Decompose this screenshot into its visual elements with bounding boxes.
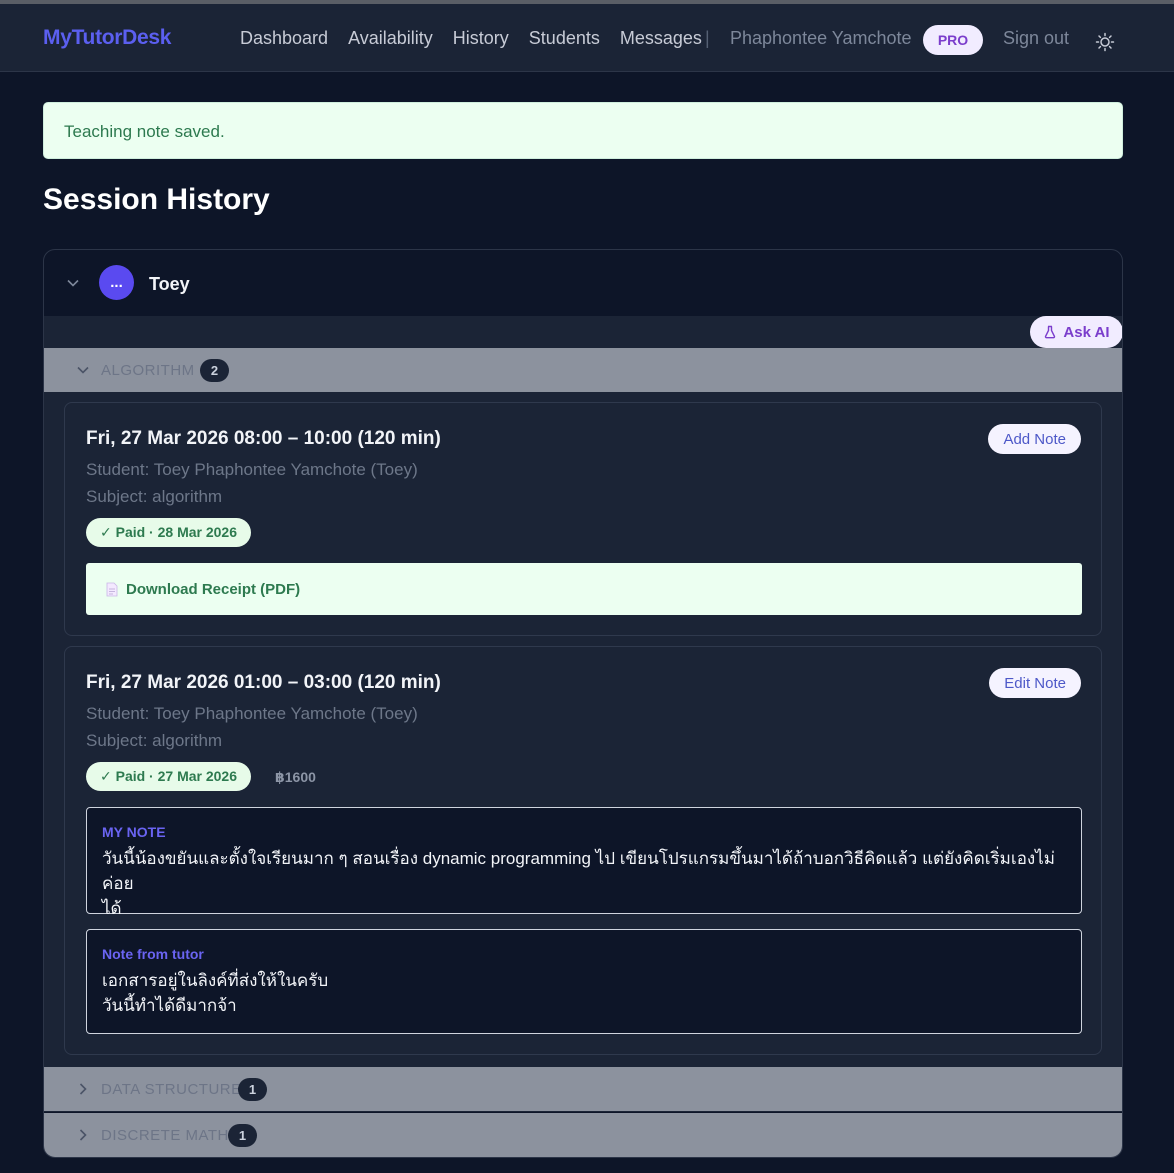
flask-icon <box>1045 325 1056 339</box>
nav-links: Dashboard Availability History Students … <box>240 28 702 49</box>
student-name: Toey <box>149 274 190 294</box>
sun-icon[interactable] <box>1095 32 1115 52</box>
ask-ai-button[interactable]: Ask AI <box>1030 316 1122 348</box>
success-alert: Teaching note saved. <box>43 102 1123 159</box>
group-count-badge: 1 <box>228 1124 257 1147</box>
session-price: ฿1600 <box>275 769 316 785</box>
group-count-badge: 2 <box>200 359 229 382</box>
session-date: Fri, 27 Mar 2026 08:00 – 10:00 (120 min) <box>86 428 441 449</box>
signout-link[interactable]: Sign out <box>1003 28 1069 49</box>
download-receipt-button[interactable]: Download Receipt (PDF) <box>86 563 1082 615</box>
nav-link-history[interactable]: History <box>453 28 509 49</box>
chevron-right-icon <box>79 1083 87 1095</box>
alert-message: Teaching note saved. <box>64 122 225 141</box>
session-card: Fri, 27 Mar 2026 08:00 – 10:00 (120 min)… <box>64 402 1102 636</box>
nav-link-messages[interactable]: Messages <box>620 28 702 49</box>
tutor-note-box: Note from tutor เอกสารอยู่ในลิงค์ที่ส่งใ… <box>86 929 1082 1034</box>
document-icon <box>106 582 118 596</box>
group-header-data-structure[interactable]: DATA STRUCTURE 1 <box>44 1067 1122 1112</box>
ask-ai-label: Ask AI <box>1063 323 1110 341</box>
chevron-down-icon <box>77 366 89 374</box>
nav-link-dashboard[interactable]: Dashboard <box>240 28 328 49</box>
page-title: Session History <box>43 183 270 216</box>
brand-logo[interactable]: MyTutorDesk <box>43 26 171 50</box>
nav-link-availability[interactable]: Availability <box>348 28 433 49</box>
my-note-box: MY NOTE วันนี้น้องขยันและตั้งใจเรียนมาก … <box>86 807 1082 918</box>
pro-badge: PRO <box>923 25 983 55</box>
group-label: ALGORITHM <box>101 362 195 379</box>
session-student: Student: Toey Phaphontee Yamchote (Toey) <box>86 460 418 479</box>
nav-link-students[interactable]: Students <box>529 28 600 49</box>
session-card: Fri, 27 Mar 2026 01:00 – 03:00 (120 min)… <box>64 646 1102 1055</box>
edit-note-button[interactable]: Edit Note <box>989 668 1081 698</box>
group-header-algorithm[interactable]: ALGORITHM 2 <box>44 348 1122 393</box>
ai-toolbar <box>44 316 1122 348</box>
session-subject: Subject: algorithm <box>86 487 223 506</box>
tutor-note-text: เอกสารอยู่ในลิงค์ที่ส่งให้ในครับ วันนี้ท… <box>102 971 329 1015</box>
group-label: DISCRETE MATH <box>101 1127 229 1144</box>
chevron-right-icon <box>79 1129 87 1141</box>
group-header-discrete-math[interactable]: DISCRETE MATH 1 <box>44 1113 1122 1157</box>
my-note-title: MY NOTE <box>102 824 166 840</box>
student-header[interactable]: ... Toey <box>44 250 1122 316</box>
session-subject: Subject: algorithm <box>86 731 223 750</box>
chevron-down-icon <box>67 279 79 287</box>
session-student: Student: Toey Phaphontee Yamchote (Toey) <box>86 704 418 723</box>
group-count-badge: 1 <box>238 1078 267 1101</box>
paid-badge: ✓ Paid · 27 Mar 2026 <box>86 762 251 791</box>
add-note-button[interactable]: Add Note <box>988 424 1081 454</box>
session-date: Fri, 27 Mar 2026 01:00 – 03:00 (120 min) <box>86 672 441 693</box>
group-body-algorithm: Fri, 27 Mar 2026 08:00 – 10:00 (120 min)… <box>44 392 1122 1067</box>
paid-badge: ✓ Paid · 28 Mar 2026 <box>86 518 251 547</box>
my-note-text: วันนี้น้องขยันและตั้งใจเรียนมาก ๆ สอนเรื… <box>102 849 1055 918</box>
nav-separator: | <box>705 28 710 48</box>
student-panel: ... Toey Ask AI ALGORITHM 2 Fri, 27 Mar … <box>43 249 1123 1158</box>
group-label: DATA STRUCTURE <box>101 1081 242 1098</box>
avatar: ... <box>99 265 134 300</box>
tutor-note-title: Note from tutor <box>102 946 204 962</box>
nav-user-name: Phaphontee Yamchote <box>730 28 912 48</box>
receipt-label: Download Receipt (PDF) <box>126 580 301 598</box>
top-navbar: MyTutorDesk Dashboard Availability Histo… <box>0 4 1174 72</box>
